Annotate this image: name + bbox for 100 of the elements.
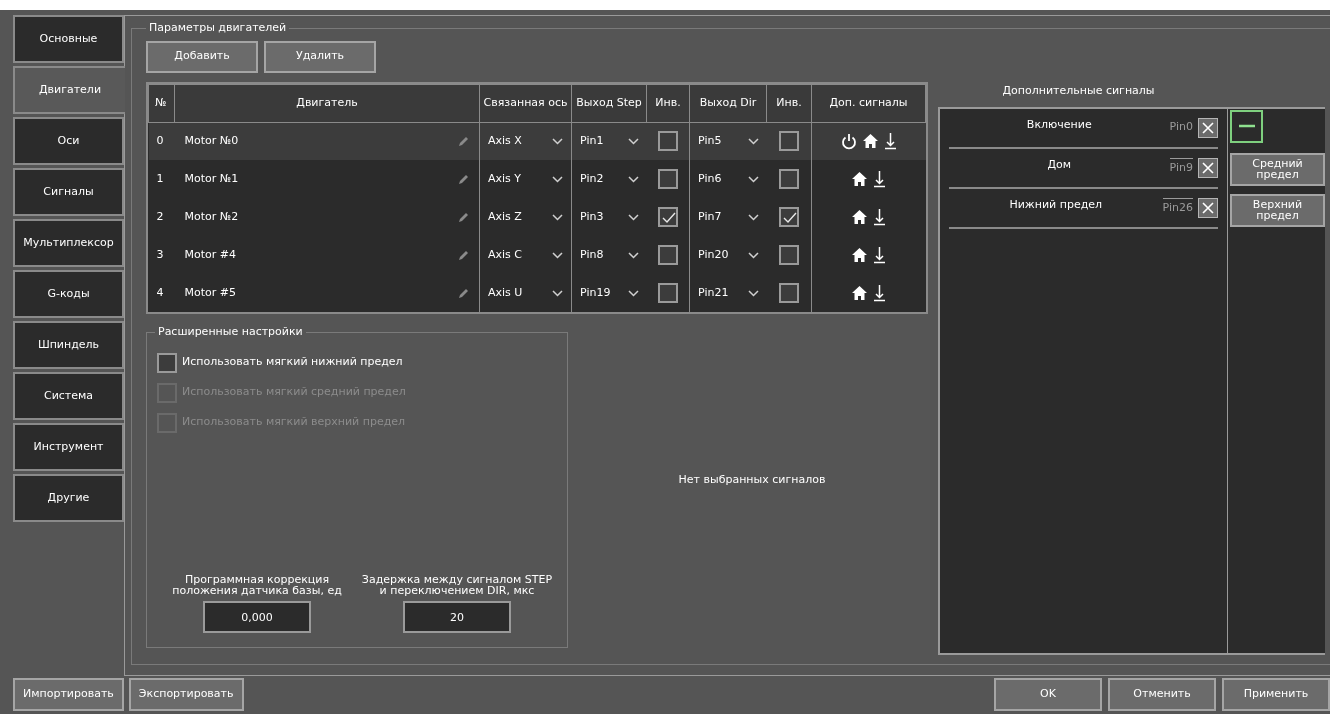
input-field[interactable]: 0,000 (203, 601, 311, 633)
dropdown[interactable]: Pin7 (698, 208, 759, 226)
chevron-down-icon (627, 251, 639, 259)
dropdown[interactable]: Axis Z (488, 208, 563, 226)
checkbox[interactable] (657, 207, 678, 227)
chevron-down-icon (552, 289, 563, 297)
chevron-down-icon (747, 251, 759, 259)
power-icon (840, 132, 857, 150)
column-header: Связанная ось (479, 84, 572, 122)
minus-icon (1238, 124, 1255, 128)
table-cell[interactable]: 0 (148, 122, 175, 160)
empty-message: Нет выбранных сигналов (678, 471, 826, 488)
footer-button[interactable]: OK (994, 678, 1102, 711)
lower-limit-icon (873, 246, 887, 264)
chevron-down-icon (627, 289, 639, 297)
footer-button[interactable]: Импортировать (13, 678, 124, 711)
footer-button[interactable]: Экспортировать (128, 678, 244, 711)
sidebar-tab[interactable]: Основные (13, 15, 124, 63)
sidebar-tab[interactable]: Система (13, 372, 124, 420)
sidebar-tab[interactable]: Оси (13, 117, 124, 165)
table-cell-text: Motor №1 (184, 170, 239, 187)
checkbox[interactable] (157, 352, 177, 373)
column-header: Выход Step (571, 84, 647, 122)
dropdown[interactable]: Pin2 (580, 170, 639, 188)
home-icon (851, 285, 869, 301)
sidebar-tab[interactable]: Сигналы (13, 168, 124, 216)
lower-limit-icon (883, 132, 897, 151)
dropdown[interactable]: Pin21 (698, 284, 759, 302)
dropdown[interactable]: Pin20 (698, 246, 759, 264)
column-header: Двигатель (174, 84, 480, 122)
pin-label: Pin0 (1169, 119, 1193, 136)
footer-button[interactable]: Отменить (1108, 678, 1216, 711)
remove-signal-button[interactable] (1198, 197, 1218, 218)
checkbox[interactable] (778, 283, 799, 303)
sidebar-tab[interactable]: G-коды (13, 270, 124, 318)
column-header: Инв. (646, 84, 690, 122)
chevron-down-icon (627, 213, 639, 221)
signal-label: Нижний предел (1008, 197, 1104, 214)
dropdown[interactable]: Axis C (488, 246, 563, 264)
pin-label: Pin26 (1162, 198, 1193, 217)
checkbox[interactable] (778, 169, 799, 189)
home-icon (851, 247, 869, 263)
table-cell-text: Motor №2 (184, 208, 239, 225)
signal-label: Включение (1025, 117, 1093, 134)
chevron-down-icon (747, 175, 759, 183)
table-cell-text: Motor #5 (184, 284, 236, 301)
dropdown[interactable]: Pin8 (580, 246, 639, 264)
dropdown[interactable]: Pin5 (698, 133, 759, 150)
pencil-icon[interactable] (458, 211, 469, 223)
chevron-down-icon (552, 175, 563, 183)
field-label: Программная коррекция положения датчика базы, ед (171, 574, 343, 596)
lower-limit-icon (873, 284, 887, 302)
home-icon (861, 133, 879, 150)
chevron-down-icon (552, 137, 563, 145)
add-signal-button[interactable]: Средний предел (1230, 152, 1325, 186)
dropdown[interactable]: Pin6 (698, 170, 759, 188)
pin-label: Pin9 (1169, 158, 1193, 177)
close-icon (1201, 200, 1215, 215)
lower-limit-icon (873, 208, 887, 226)
checkbox[interactable] (657, 245, 678, 265)
sidebar-tab[interactable]: Другие (13, 474, 124, 522)
column-header: Доп. сигналы (811, 84, 926, 122)
checkbox[interactable] (657, 283, 678, 303)
dropdown[interactable]: Axis U (488, 284, 563, 302)
input-field[interactable]: 20 (403, 601, 511, 633)
group-title: Параметры двигателей (148, 20, 288, 36)
sidebar-tab[interactable]: Шпиндель (13, 321, 124, 369)
checkbox-label: Использовать мягкий нижний предел (182, 354, 403, 371)
minus-button[interactable] (1230, 109, 1263, 143)
pencil-icon[interactable] (458, 287, 469, 299)
checkbox[interactable] (778, 131, 799, 152)
column-header: Выход Dir (689, 84, 767, 122)
close-icon (1201, 160, 1215, 175)
add-signal-button[interactable]: Верхний предел (1230, 193, 1325, 227)
home-icon (851, 171, 869, 187)
dropdown[interactable]: Axis X (488, 133, 563, 150)
pencil-icon[interactable] (458, 249, 469, 261)
toolbar-button[interactable]: Удалить (264, 40, 376, 73)
checkbox[interactable] (657, 169, 678, 189)
remove-signal-button[interactable] (1198, 117, 1218, 138)
dropdown[interactable]: Pin1 (580, 133, 639, 150)
close-icon (1201, 120, 1215, 135)
pencil-icon[interactable] (458, 135, 469, 147)
field-label: Задержка между сигналом STEP и переключением DIR, мкс (360, 574, 554, 596)
column-header: Инв. (766, 84, 812, 122)
dropdown[interactable]: Axis Y (488, 170, 563, 188)
dropdown[interactable]: Pin3 (580, 208, 639, 226)
sidebar-tab[interactable]: Мультиплексор (13, 219, 124, 267)
toolbar-button[interactable]: Добавить (146, 40, 258, 73)
checkbox[interactable] (778, 207, 799, 227)
checkbox[interactable] (657, 131, 678, 152)
footer-button[interactable]: Применить (1222, 678, 1330, 711)
remove-signal-button[interactable] (1198, 157, 1218, 178)
sidebar-tab[interactable]: Двигатели (13, 66, 125, 114)
checkbox[interactable] (778, 245, 799, 265)
sidebar-tab[interactable]: Инструмент (13, 423, 124, 471)
dropdown[interactable]: Pin19 (580, 284, 639, 302)
signal-label: Дом (1046, 157, 1073, 174)
pencil-icon[interactable] (458, 173, 469, 185)
panel-title: Дополнительные сигналы (1002, 83, 1155, 97)
